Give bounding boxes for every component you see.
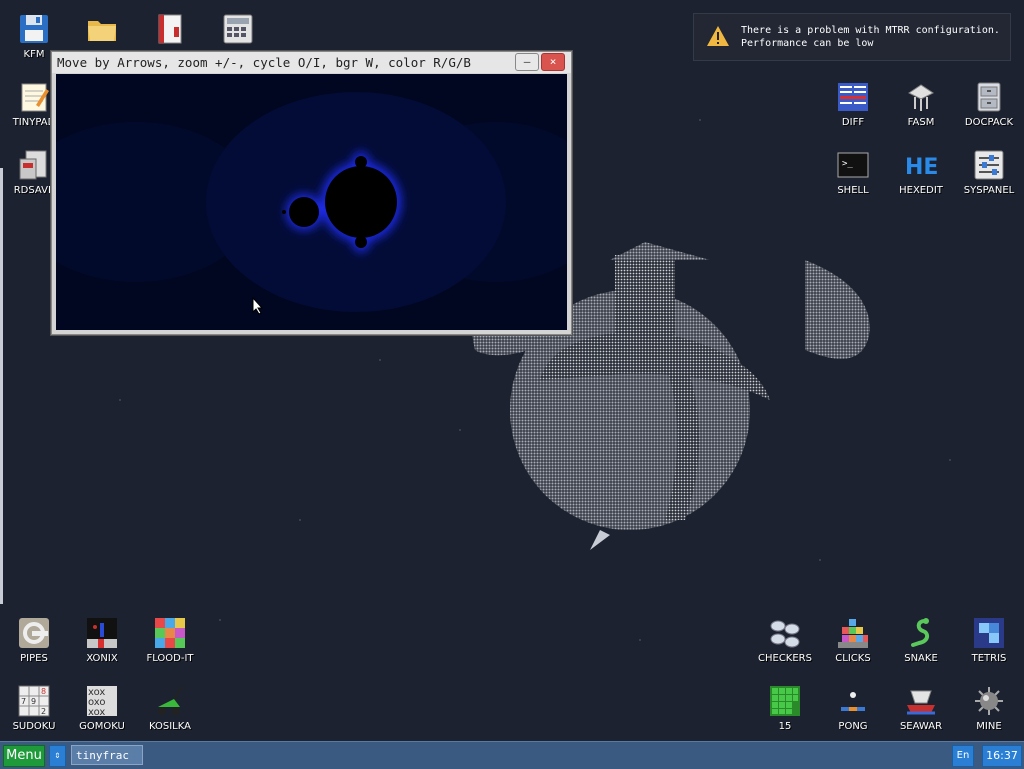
seawar-icon [905, 685, 937, 717]
window-switch-button[interactable]: ⇕ [49, 745, 66, 767]
floppy-disk-icon [18, 13, 50, 45]
svg-text:>_: >_ [842, 159, 853, 169]
snake-icon [905, 617, 937, 649]
desktop-edge-panel [0, 168, 3, 604]
taskbar: Menu ⇕ tinyfrac En 16:37 [0, 741, 1024, 769]
desktop-icon-docpack[interactable]: DOCPACK [955, 73, 1023, 137]
desktop-icon-seawar[interactable]: SEAWAR [887, 677, 955, 741]
close-button[interactable]: × [541, 53, 565, 71]
tetris-icon [973, 617, 1005, 649]
minimize-button[interactable]: – [515, 53, 539, 71]
desktop-icon-pipes[interactable]: PIPES [0, 609, 68, 673]
taskbar-item-tinyfrac[interactable]: tinyfrac [71, 745, 143, 765]
svg-text:2: 2 [41, 707, 46, 716]
desktop-icon-syspanel[interactable]: SYSPANEL [955, 141, 1023, 205]
lawnmower-icon [154, 685, 186, 717]
flood-it-icon [154, 617, 186, 649]
desktop-icon-xonix[interactable]: XONIX [68, 609, 136, 673]
desktop-icon-hexedit[interactable]: HE HEXEDIT [887, 141, 955, 205]
pipes-icon [18, 617, 50, 649]
desktop-icon-mine[interactable]: MINE [955, 677, 1023, 741]
desktop-icon-sudoku[interactable]: 9782 SUDOKU [0, 677, 68, 741]
language-indicator[interactable]: En [952, 745, 974, 767]
desktop-icon-kosilka[interactable]: KOSILKA [136, 677, 204, 741]
svg-text:9: 9 [31, 697, 36, 706]
warning-icon [706, 25, 730, 51]
docpack-icon [973, 81, 1005, 113]
desktop-icon-fifteen[interactable]: 15 [751, 677, 819, 741]
desktop-icon-snake[interactable]: SNAKE [887, 609, 955, 673]
desktop-icon-gomoku[interactable]: xox oxo xox GOMOKU [68, 677, 136, 741]
calculator-icon [222, 13, 254, 45]
svg-text:8: 8 [41, 687, 46, 696]
desktop-icon-clicks[interactable]: CLICKS [819, 609, 887, 673]
svg-text:7: 7 [21, 697, 26, 706]
desktop-icon-flood-it[interactable]: FLOOD-IT [136, 609, 204, 673]
diff-icon [837, 81, 869, 113]
clicks-icon [837, 617, 869, 649]
desktop-icon-fasm[interactable]: FASM [887, 73, 955, 137]
hexedit-icon: HE [905, 149, 938, 181]
desktop-icon-tetris[interactable]: TETRIS [955, 609, 1023, 673]
window-titlebar[interactable]: Move by Arrows, zoom +/-, cycle O/I, bgr… [52, 52, 571, 73]
mine-icon [973, 685, 1005, 717]
notepad-icon [18, 81, 50, 113]
desktop-icon-pong[interactable]: PONG [819, 677, 887, 741]
svg-text:xox: xox [88, 707, 105, 717]
book-icon [154, 13, 186, 45]
xonix-icon [86, 617, 118, 649]
clock[interactable]: 16:37 [982, 745, 1022, 767]
fractal-canvas[interactable] [56, 74, 567, 330]
fasm-icon [905, 81, 937, 113]
fifteen-icon [769, 685, 801, 717]
window-title: Move by Arrows, zoom +/-, cycle O/I, bgr… [57, 55, 471, 70]
notification-message: There is a problem with MTRR configurati… [741, 25, 1000, 49]
mtrr-warning-notification[interactable]: There is a problem with MTRR configurati… [693, 13, 1011, 61]
menu-button[interactable]: Menu [3, 745, 45, 767]
rdsave-icon [18, 149, 50, 181]
tinyfrac-window[interactable]: Move by Arrows, zoom +/-, cycle O/I, bgr… [51, 51, 572, 335]
desktop-icon-checkers[interactable]: CHECKERS [751, 609, 819, 673]
sudoku-icon: 97 8 2 [18, 685, 50, 717]
terminal-icon: >_ [837, 149, 869, 181]
desktop-icon-diff[interactable]: DIFF [819, 73, 887, 137]
folder-icon [86, 13, 118, 45]
pong-icon [837, 685, 869, 717]
syspanel-icon [973, 149, 1005, 181]
desktop-icon-shell[interactable]: >_ SHELL [819, 141, 887, 205]
mouse-cursor [252, 296, 264, 319]
gomoku-icon: xox oxo xox [86, 685, 118, 718]
svg-text:HE: HE [905, 155, 937, 180]
checkers-icon [769, 617, 801, 649]
